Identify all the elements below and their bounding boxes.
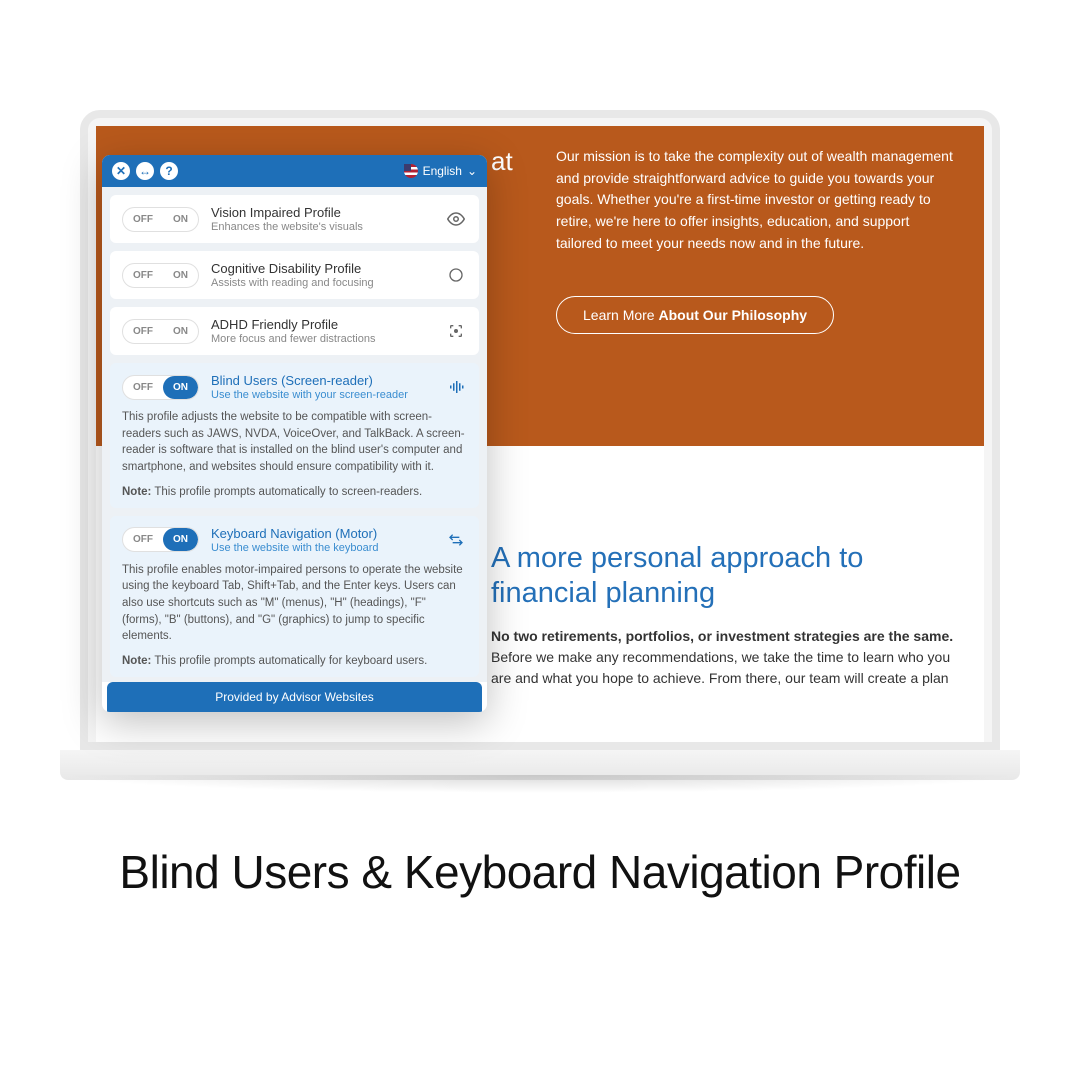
- profile-description: This profile enables motor-impaired pers…: [122, 562, 467, 645]
- toggle-on[interactable]: ON: [163, 528, 198, 551]
- cta-prefix: Learn More: [583, 307, 658, 323]
- toggle-cognitive[interactable]: OFF ON: [122, 263, 199, 288]
- toggle-on[interactable]: ON: [163, 320, 198, 343]
- note-text: This profile prompts automatically for k…: [151, 655, 427, 667]
- section-body-rest: Before we make any recommendations, we t…: [491, 649, 950, 686]
- image-caption: Blind Users & Keyboard Navigation Profil…: [0, 845, 1080, 900]
- profile-title: Blind Users (Screen-reader): [211, 373, 433, 388]
- hero-mission-text: Our mission is to take the complexity ou…: [556, 146, 954, 254]
- cta-bold: About Our Philosophy: [658, 307, 807, 323]
- profile-title: Cognitive Disability Profile: [211, 261, 433, 276]
- profile-sub: Enhances the website's visuals: [211, 221, 433, 233]
- accessibility-widget: ✕ ↔ ? English ⌄ OFF ON Vision Impaired P…: [102, 155, 487, 712]
- toggle-off[interactable]: OFF: [123, 376, 163, 399]
- audio-icon: [445, 376, 467, 398]
- toggle-off[interactable]: OFF: [123, 528, 163, 551]
- profile-description: This profile adjusts the website to be c…: [122, 409, 467, 476]
- language-label: English: [423, 164, 462, 178]
- note-label: Note:: [122, 655, 151, 667]
- toggle-off[interactable]: OFF: [123, 264, 163, 287]
- profile-adhd-friendly[interactable]: OFF ON ADHD Friendly Profile More focus …: [110, 307, 479, 355]
- widget-footer[interactable]: Provided by Advisor Websites: [107, 682, 482, 712]
- profile-title: Keyboard Navigation (Motor): [211, 526, 433, 541]
- laptop-shadow: [60, 775, 1020, 793]
- toggle-vision[interactable]: OFF ON: [122, 207, 199, 232]
- learn-more-button[interactable]: Learn More About Our Philosophy: [556, 296, 834, 334]
- chevron-down-icon: ⌄: [467, 164, 477, 178]
- section-body: No two retirements, portfolios, or inves…: [491, 626, 964, 689]
- swap-icon: [445, 529, 467, 551]
- toggle-on[interactable]: ON: [163, 376, 198, 399]
- eye-icon: [445, 208, 467, 230]
- toggle-keyboard[interactable]: OFF ON: [122, 527, 199, 552]
- profile-sub: Assists with reading and focusing: [211, 277, 433, 289]
- language-selector[interactable]: English ⌄: [404, 164, 477, 178]
- widget-header: ✕ ↔ ? English ⌄: [102, 155, 487, 187]
- section-body-bold: No two retirements, portfolios, or inves…: [491, 628, 953, 644]
- profile-sub: More focus and fewer distractions: [211, 333, 433, 345]
- toggle-off[interactable]: OFF: [123, 208, 163, 231]
- circle-icon: [445, 264, 467, 286]
- toggle-adhd[interactable]: OFF ON: [122, 319, 199, 344]
- hero-fragment-text: at: [491, 146, 513, 177]
- profile-title: Vision Impaired Profile: [211, 205, 433, 220]
- profile-sub: Use the website with the keyboard: [211, 542, 433, 554]
- close-icon[interactable]: ✕: [112, 162, 130, 180]
- profile-note: Note: This profile prompts automatically…: [122, 655, 467, 667]
- help-icon[interactable]: ?: [160, 162, 178, 180]
- toggle-blind-users[interactable]: OFF ON: [122, 375, 199, 400]
- widget-body[interactable]: OFF ON Vision Impaired Profile Enhances …: [102, 187, 487, 682]
- profile-vision-impaired[interactable]: OFF ON Vision Impaired Profile Enhances …: [110, 195, 479, 243]
- profile-keyboard-navigation[interactable]: OFF ON Keyboard Navigation (Motor) Use t…: [110, 516, 479, 677]
- profile-sub: Use the website with your screen-reader: [211, 389, 433, 401]
- profile-note: Note: This profile prompts automatically…: [122, 486, 467, 498]
- note-label: Note:: [122, 486, 151, 498]
- profile-title: ADHD Friendly Profile: [211, 317, 433, 332]
- focus-icon: [445, 320, 467, 342]
- move-icon[interactable]: ↔: [136, 162, 154, 180]
- profile-blind-users[interactable]: OFF ON Blind Users (Screen-reader) Use t…: [110, 363, 479, 508]
- toggle-on[interactable]: ON: [163, 208, 198, 231]
- profile-cognitive-disability[interactable]: OFF ON Cognitive Disability Profile Assi…: [110, 251, 479, 299]
- section-heading: A more personal approach to financial pl…: [491, 541, 954, 611]
- note-text: This profile prompts automatically to sc…: [151, 486, 422, 498]
- flag-us-icon: [404, 164, 418, 178]
- toggle-on[interactable]: ON: [163, 264, 198, 287]
- toggle-off[interactable]: OFF: [123, 320, 163, 343]
